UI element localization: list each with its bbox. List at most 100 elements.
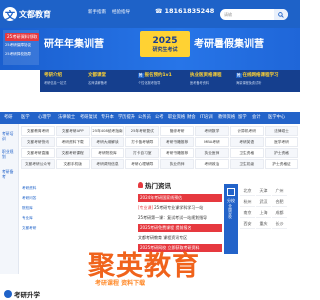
subject-tab[interactable]: 医学中心 [268, 114, 285, 120]
subject-tab[interactable]: 考研 [4, 114, 13, 120]
banner-promo-tag[interactable]: 25考研資料领取 [5, 33, 40, 41]
subject-tab[interactable]: 财会 [187, 114, 196, 120]
left-category-item[interactable]: 考研培训 [2, 131, 17, 141]
quick-link-tag: 抢 [236, 73, 242, 78]
quick-link[interactable]: 考研介绍 考研信息一站式 [44, 72, 66, 90]
quick-link-sub: 医考备考资料 [190, 81, 210, 85]
grid-link[interactable]: 考研心理辅导 [125, 159, 160, 169]
grid-link[interactable]: 医学考研 [264, 137, 299, 147]
search-input[interactable]: 请输 [224, 12, 274, 18]
nav-link-guide[interactable]: 新手指南 [88, 9, 106, 15]
grid-link[interactable]: MBA考研 [195, 137, 229, 147]
grid-link[interactable]: 文都考研直播 [21, 148, 55, 158]
subject-tab[interactable]: 专升本 [101, 114, 114, 120]
grid-link[interactable]: 文都教育考研 [21, 126, 55, 136]
banner-year-badge: 2025 研究生考试 [140, 31, 190, 57]
banner-subline[interactable]: 25考研保障协议 [5, 43, 31, 48]
subject-tab[interactable]: 心理学 [38, 114, 51, 120]
grid-link[interactable]: 25年408统考指南 [90, 126, 125, 136]
grid-link[interactable]: 考研书籍推荐 [160, 137, 194, 147]
grid-link[interactable]: 执业药师 [160, 159, 194, 169]
city-link[interactable]: 西安 [240, 219, 255, 229]
city-link[interactable]: 长沙 [272, 219, 287, 229]
grid-link[interactable]: 考研调剂信息 [90, 159, 125, 169]
hot-news-title: 热门资讯 [138, 180, 171, 190]
branch-header: 分校 全国分校 [224, 184, 238, 254]
left-category-item[interactable]: 考研备考 [2, 169, 17, 179]
subject-tab[interactable]: IT培训 [200, 114, 213, 120]
hot-news-item[interactable]: 2024年考研国家线预估 [138, 194, 222, 202]
hot-news-item[interactable]: 25考研第一课：复试考试一站规划指导 [138, 214, 222, 222]
subject-tab[interactable]: 会计 [252, 114, 261, 120]
quick-link[interactable]: 抢在线网络课程学习 海量课程免费试听 [236, 72, 279, 90]
city-link[interactable]: 北京 [240, 186, 255, 196]
grid-link[interactable]: 护士资格 [264, 148, 299, 158]
left-text-link[interactable]: 考研问答 [22, 196, 36, 201]
flame-icon [138, 182, 143, 188]
phone-contact[interactable]: ☎ 18161835248 [155, 7, 214, 15]
city-link[interactable]: 重庆 [256, 219, 271, 229]
city-link[interactable]: 天津 [256, 186, 271, 196]
subject-tab[interactable]: 医学 [21, 114, 30, 120]
quick-link-title: 报名预约1v1 [144, 73, 172, 78]
site-logo[interactable]: 文 文都教育 [3, 3, 61, 25]
quick-link[interactable]: 执业医资格课程 医考备考资料 [190, 72, 222, 90]
subject-tab[interactable]: 职业资格 [168, 114, 185, 120]
grid-link[interactable]: 考研英语 [229, 137, 264, 147]
grid-link[interactable]: 法律硕士 [264, 126, 299, 136]
nav-link-experience[interactable]: 经验指导 [112, 9, 130, 15]
city-link[interactable]: 上海 [256, 208, 271, 218]
subject-tab[interactable]: 留学 [238, 114, 247, 120]
quick-link[interactable]: 抢报名预约1v1 个性化报考指导 [138, 72, 172, 90]
grid-link[interactable]: 考研数学 [195, 126, 229, 136]
grid-link[interactable]: 管综考研 [160, 126, 194, 136]
grid-link[interactable]: 执业医师 [195, 148, 229, 158]
grid-link[interactable]: 25年考研复试 [125, 126, 160, 136]
banner-year-sub: 研究生考试 [152, 46, 178, 53]
grid-link[interactable]: 文都考研APP [55, 126, 90, 136]
grid-link[interactable]: 考研资料下载 [55, 137, 90, 147]
search-box[interactable]: 请输 [220, 9, 288, 20]
quick-link-sub: 名师讲解备考 [88, 81, 108, 85]
city-link[interactable]: 合肥 [272, 197, 287, 207]
left-text-link[interactable]: 专业库 [22, 216, 33, 221]
left-text-link[interactable]: 考研资料 [22, 186, 36, 191]
subject-tab[interactable]: 公考 [155, 114, 164, 120]
grid-link[interactable]: 文都考研快讯 [21, 137, 55, 147]
city-link[interactable]: 成都 [272, 208, 287, 218]
grid-link[interactable]: 考研书籍推荐 [160, 148, 194, 158]
city-link[interactable]: 南京 [240, 208, 255, 218]
phone-icon: ☎ [155, 7, 163, 15]
grid-link[interactable]: 卫生资格 [229, 148, 264, 158]
left-text-link[interactable]: 院校库 [22, 206, 33, 211]
subject-tab[interactable]: 学历提升 [118, 114, 135, 120]
grid-link[interactable]: 文都考研课程 [55, 148, 90, 158]
subject-tab[interactable]: 法律硕士 [58, 114, 75, 120]
banner-year: 2025 [152, 35, 178, 46]
grid-link[interactable]: 卫生初级 [229, 159, 264, 169]
quick-link-title: 在线网络课程学习 [242, 73, 279, 78]
grid-link[interactable]: 文都手机版 [55, 159, 90, 169]
grid-link[interactable]: 考研政治 [195, 159, 229, 169]
city-link[interactable]: 广州 [272, 186, 287, 196]
subject-tab[interactable]: 教师资格 [218, 114, 235, 120]
hot-news-item[interactable]: [专业课] 25考研专业课学科学习一站 [138, 204, 222, 212]
grid-link[interactable]: 计算机考研 [229, 126, 264, 136]
city-link[interactable]: 武汉 [256, 197, 271, 207]
grid-link[interactable]: 打卡备考辅导 [125, 137, 160, 147]
banner-subline[interactable]: 25考研择校指导 [5, 52, 31, 57]
hot-news-item[interactable]: 2025考研免费课程 提前报名 [138, 224, 222, 232]
grid-link[interactable]: 护士资格证 [264, 159, 299, 169]
hot-news-item[interactable]: 文都考研教育 课程资讯专区 [138, 234, 222, 242]
grid-link[interactable]: 打卡自习室 [125, 148, 160, 158]
left-text-link[interactable]: 文都考研 [22, 226, 36, 231]
subject-tab[interactable]: 考研复试 [80, 114, 97, 120]
grid-link[interactable]: 考研大纲解读 [90, 137, 125, 147]
grid-link[interactable]: 考研院校库 [90, 148, 125, 158]
subject-tab[interactable]: 公务员 [138, 114, 151, 120]
city-link[interactable]: 杭州 [240, 197, 255, 207]
left-category-item[interactable]: 职业规划 [2, 149, 17, 159]
search-button[interactable] [274, 9, 288, 20]
grid-link[interactable]: 文都考研公众号 [21, 159, 55, 169]
quick-link[interactable]: 文都课堂 名师讲解备考 [88, 72, 107, 90]
